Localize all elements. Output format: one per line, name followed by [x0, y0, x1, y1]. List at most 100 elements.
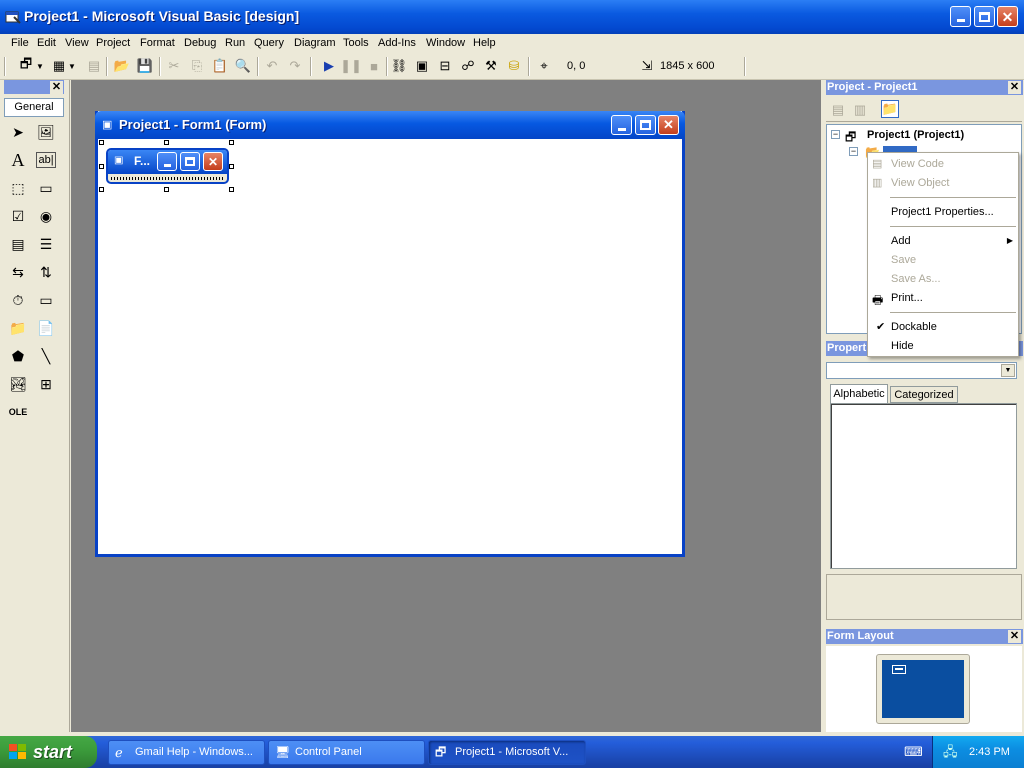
menu-run[interactable]: Run [222, 36, 248, 50]
context-view-object[interactable]: View Object [891, 177, 950, 189]
form1-object[interactable]: ▣ F... ✕ [106, 148, 229, 184]
add-form-icon[interactable]: ▦ [50, 57, 68, 75]
maximize-button[interactable] [974, 6, 995, 27]
view-object-icon[interactable]: ▥ [851, 101, 869, 119]
paste-icon[interactable]: 📋 [211, 57, 229, 75]
copy-icon[interactable]: ⎘ [188, 57, 206, 75]
menu-help[interactable]: Help [470, 36, 499, 50]
tree-collapse-icon[interactable]: − [831, 130, 840, 139]
properties-grid[interactable] [830, 403, 1017, 569]
menu-addins[interactable]: Add-Ins [375, 36, 419, 50]
find-icon[interactable]: 🔍 [234, 57, 252, 75]
toolbox-tab-general[interactable]: General [4, 98, 64, 117]
tree-collapse-icon[interactable]: − [849, 147, 858, 156]
properties-window-icon[interactable]: ▣ [413, 57, 431, 75]
tab-alphabetic[interactable]: Alphabetic [830, 384, 888, 403]
menu-tools[interactable]: Tools [340, 36, 372, 50]
resize-handle[interactable] [164, 187, 169, 192]
task-gmail-help[interactable]: ℯ Gmail Help - Windows... [108, 740, 265, 765]
project-explorer-close-icon[interactable]: ✕ [1008, 81, 1021, 94]
menu-view[interactable]: View [62, 36, 92, 50]
optionbutton-tool-icon[interactable]: ◉ [35, 205, 57, 227]
resize-handle[interactable] [99, 187, 104, 192]
ole-tool-icon[interactable]: OLE [7, 401, 29, 423]
redo-icon[interactable]: ↷ [286, 57, 304, 75]
object-browser-icon[interactable]: ☍ [459, 57, 477, 75]
project-root-node[interactable]: Project1 (Project1) [867, 129, 964, 141]
listbox-tool-icon[interactable]: ☰ [35, 233, 57, 255]
object-dropdown[interactable]: ▼ [826, 362, 1017, 379]
add-project-icon[interactable]: 🗗 [17, 56, 35, 75]
menu-format[interactable]: Format [137, 36, 178, 50]
form1-titlebar[interactable]: ▣ F... ✕ [108, 150, 227, 174]
context-print[interactable]: Print... [891, 292, 923, 304]
context-view-code[interactable]: View Code [891, 158, 944, 170]
context-add[interactable]: Add [891, 235, 911, 247]
project-explorer-header[interactable]: Project - Project1 ✕ [826, 80, 1023, 95]
form1-maximize-button[interactable] [180, 152, 200, 171]
toggle-folders-icon[interactable]: 📁 [881, 100, 899, 118]
resize-handle[interactable] [229, 140, 234, 145]
form-minimize-button[interactable] [611, 115, 632, 135]
drivelistbox-tool-icon[interactable]: ▭ [35, 289, 57, 311]
checkbox-tool-icon[interactable]: ☑ [7, 205, 29, 227]
data-view-icon[interactable]: ⛁ [505, 57, 523, 75]
context-save[interactable]: Save [891, 254, 916, 266]
network-icon[interactable]: 🖧 [943, 743, 958, 765]
combobox-tool-icon[interactable]: ▤ [7, 233, 29, 255]
form1-minimize-button[interactable] [157, 152, 177, 171]
pause-icon[interactable]: ❚❚ [340, 57, 362, 75]
menu-debug[interactable]: Debug [181, 36, 219, 50]
toolbox-close-icon[interactable]: ✕ [50, 81, 63, 94]
menu-query[interactable]: Query [251, 36, 287, 50]
menu-diagram[interactable]: Diagram [291, 36, 339, 50]
start-button[interactable]: start [0, 736, 97, 768]
shape-tool-icon[interactable]: ⬟ [7, 345, 29, 367]
vscrollbar-tool-icon[interactable]: ⇅ [35, 261, 57, 283]
close-button[interactable]: ✕ [997, 6, 1018, 27]
form-maximize-button[interactable] [635, 115, 656, 135]
context-hide[interactable]: Hide [891, 340, 914, 352]
stop-icon[interactable]: ■ [365, 57, 383, 75]
menu-editor-icon[interactable]: ▤ [85, 57, 103, 75]
dirlistbox-tool-icon[interactable]: 📁 [7, 317, 29, 339]
context-save-as[interactable]: Save As... [891, 273, 941, 285]
frame-tool-icon[interactable]: ⬚ [7, 177, 29, 199]
toolbar-grip[interactable] [4, 57, 6, 76]
chevron-down-icon[interactable]: ▼ [1001, 364, 1015, 377]
label-tool-icon[interactable]: A [7, 149, 29, 171]
clock[interactable]: 2:43 PM [969, 746, 1010, 758]
image-tool-icon[interactable]: 🏞 [7, 373, 29, 395]
form-close-button[interactable]: ✕ [658, 115, 679, 135]
data-tool-icon[interactable]: ⊞ [35, 373, 57, 395]
toolbox-icon[interactable]: ⚒ [482, 57, 500, 75]
form-position-preview[interactable] [892, 665, 906, 674]
resize-handle[interactable] [229, 187, 234, 192]
task-control-panel[interactable]: 🖥 Control Panel [268, 740, 425, 765]
chevron-down-icon[interactable]: ▼ [68, 57, 76, 75]
title-bar[interactable]: Project1 - Microsoft Visual Basic [desig… [0, 0, 1024, 34]
form-layout-close-icon[interactable]: ✕ [1008, 630, 1021, 643]
save-icon[interactable]: 💾 [136, 57, 154, 75]
open-folder-icon[interactable]: 📂 [113, 57, 131, 75]
minimize-button[interactable] [950, 6, 971, 27]
resize-handle[interactable] [99, 140, 104, 145]
resize-handle[interactable] [229, 164, 234, 169]
form1-close-button[interactable]: ✕ [203, 152, 223, 171]
timer-tool-icon[interactable]: ⏱ [7, 289, 29, 311]
tab-categorized[interactable]: Categorized [890, 386, 958, 403]
form-layout-icon[interactable]: ⊟ [436, 57, 454, 75]
cut-icon[interactable]: ✂ [165, 57, 183, 75]
undo-icon[interactable]: ↶ [263, 57, 281, 75]
pointer-tool-icon[interactable]: ➤ [7, 121, 29, 143]
form-designer-titlebar[interactable]: ▣ Project1 - Form1 (Form) ✕ [95, 111, 685, 139]
picturebox-tool-icon[interactable]: 🖼 [35, 121, 57, 143]
chevron-down-icon[interactable]: ▼ [36, 57, 44, 75]
menu-project[interactable]: Project [93, 36, 133, 50]
view-code-icon[interactable]: ▤ [829, 101, 847, 119]
commandbutton-tool-icon[interactable]: ▭ [35, 177, 57, 199]
resize-handle[interactable] [164, 140, 169, 145]
textbox-tool-icon[interactable]: ab| [36, 152, 56, 168]
keyboard-icon[interactable]: ⌨ [904, 744, 923, 760]
menu-window[interactable]: Window [423, 36, 468, 50]
